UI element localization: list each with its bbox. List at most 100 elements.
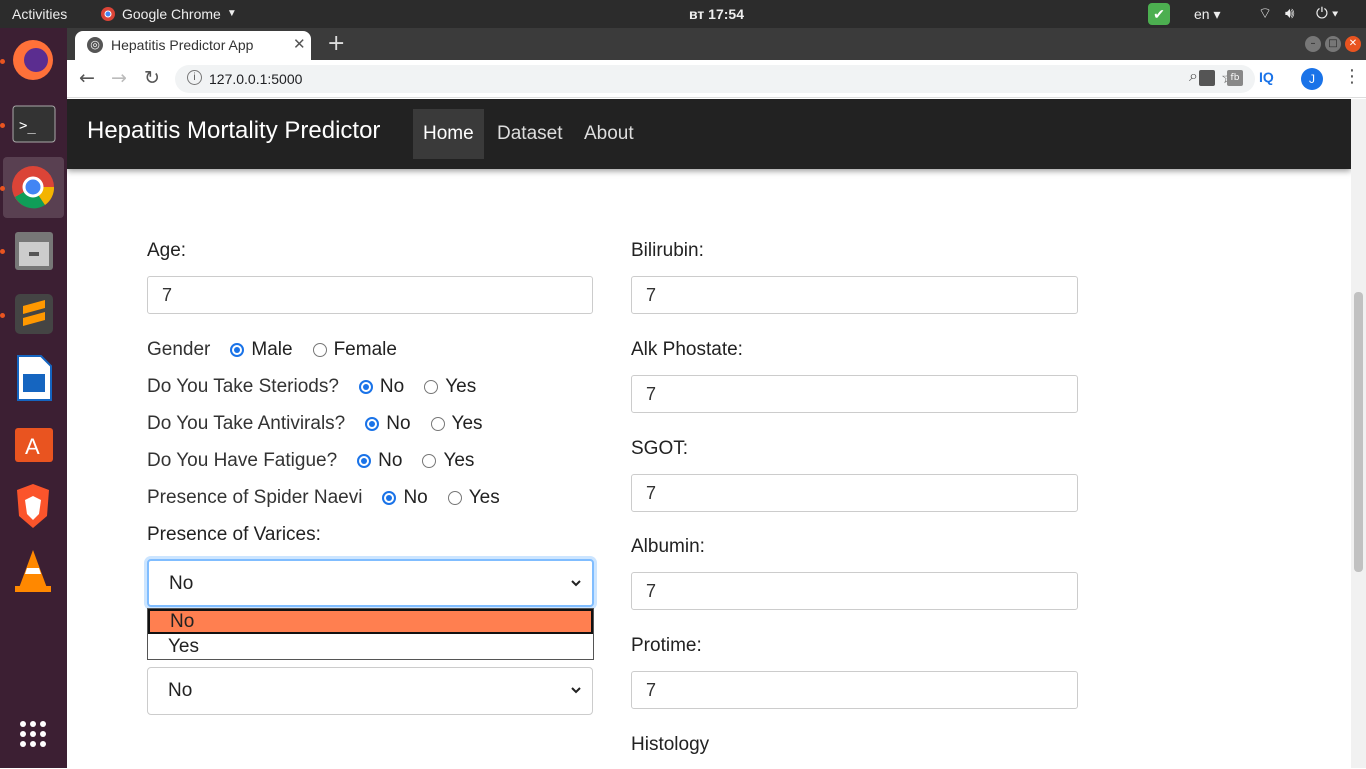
varices-selected-value: No [169, 573, 194, 594]
firefox-icon[interactable] [3, 30, 64, 91]
antivirals-group: Do You Take Antivirals? No Yes [147, 411, 483, 437]
nav-dataset[interactable]: Dataset [487, 109, 572, 159]
next-select[interactable]: No [147, 667, 593, 715]
nav-home[interactable]: Home [413, 109, 484, 159]
update-check-icon[interactable]: ✔ [1148, 3, 1170, 25]
close-tab-icon[interactable]: ✕ [293, 35, 306, 53]
dock: >_ A [0, 28, 67, 768]
radio-fatigue-no[interactable] [357, 454, 372, 468]
varices-dropdown-list: No Yes [147, 608, 594, 660]
sublime-text-icon[interactable] [3, 284, 64, 345]
writer-icon[interactable] [3, 348, 64, 409]
gender-label: Gender [147, 339, 211, 360]
bilirubin-label: Bilirubin: [631, 240, 704, 261]
spider-no-label: No [403, 487, 428, 508]
varices-select[interactable]: No [147, 559, 594, 607]
chrome-icon [101, 7, 115, 21]
steroids-no-option[interactable]: No [358, 376, 405, 398]
language-indicator[interactable]: en ▾ [1194, 0, 1221, 28]
radio-fatigue-yes[interactable] [422, 454, 437, 468]
radio-female[interactable] [312, 343, 327, 357]
new-tab-icon[interactable]: + [327, 31, 345, 56]
vlc-icon[interactable] [3, 540, 64, 601]
terminal-icon[interactable]: >_ [3, 94, 64, 155]
chrome-dock-icon[interactable] [3, 157, 64, 218]
radio-antivirals-yes[interactable] [430, 417, 445, 431]
gender-female-option[interactable]: Female [312, 339, 397, 361]
age-input[interactable]: 7 [147, 276, 593, 314]
radio-spider-no[interactable] [382, 491, 397, 505]
svg-text:A: A [25, 434, 40, 459]
activities-button[interactable]: Activities [12, 0, 67, 28]
varices-option-no[interactable]: No [148, 609, 593, 634]
files-icon[interactable] [3, 220, 64, 281]
fatigue-label: Do You Have Fatigue? [147, 450, 338, 471]
wifi-icon[interactable]: ⌔ [1258, 0, 1272, 28]
chevron-down-icon: ▼ [226, 8, 237, 19]
address-bar[interactable]: i 127.0.0.1:5000 ⌕ ☆ [175, 65, 1255, 93]
browser-tab-strip: ◎ Hepatitis Predictor App ✕ + – □ ✕ [67, 28, 1366, 60]
show-apps-icon[interactable] [3, 704, 64, 765]
app-menu[interactable]: Google Chrome ▼ [100, 0, 237, 28]
menu-kebab-icon[interactable]: ⋮ [1343, 66, 1361, 87]
back-icon[interactable]: ← [79, 67, 95, 89]
radio-steroids-yes[interactable] [424, 380, 439, 394]
gender-male-option[interactable]: Male [230, 339, 293, 361]
steroids-group: Do You Take Steriods? No Yes [147, 374, 476, 400]
spider-no-option[interactable]: No [382, 487, 428, 509]
varices-label: Presence of Varices: [147, 524, 321, 545]
extension-fb-icon[interactable]: fb [1227, 70, 1243, 86]
browser-tab[interactable]: ◎ Hepatitis Predictor App ✕ [75, 31, 311, 60]
fatigue-group: Do You Have Fatigue? No Yes [147, 448, 474, 474]
varices-option-yes[interactable]: Yes [148, 634, 593, 659]
browser-toolbar: ← → ↻ i 127.0.0.1:5000 ⌕ ☆ fb IQ J ⋮ [67, 60, 1366, 98]
radio-steroids-no[interactable] [358, 380, 373, 394]
steroids-yes-option[interactable]: Yes [424, 376, 476, 398]
alk-phosphate-label: Alk Phostate: [631, 339, 743, 360]
maximize-icon[interactable]: □ [1325, 36, 1341, 52]
antivirals-yes-option[interactable]: Yes [430, 413, 483, 435]
brave-icon[interactable] [3, 476, 64, 537]
system-top-bar: Activities Google Chrome ▼ вт 17:54 ✔ en… [0, 0, 1366, 28]
steroids-label: Do You Take Steriods? [147, 376, 339, 397]
radio-male[interactable] [230, 343, 245, 357]
fatigue-no-label: No [378, 450, 403, 471]
albumin-input[interactable]: 7 [631, 572, 1078, 610]
radio-antivirals-no[interactable] [365, 417, 380, 431]
minimize-icon[interactable]: – [1305, 36, 1321, 52]
albumin-label: Albumin: [631, 536, 705, 557]
histology-label: Histology [631, 734, 710, 755]
profile-avatar[interactable]: J [1301, 68, 1323, 90]
bilirubin-input[interactable]: 7 [631, 276, 1078, 314]
extension-iq-icon[interactable]: IQ [1259, 69, 1274, 85]
spider-yes-option[interactable]: Yes [447, 487, 500, 509]
sgot-input[interactable]: 7 [631, 474, 1078, 512]
zoom-icon[interactable]: ⌕ [1189, 68, 1198, 86]
extension-icon[interactable] [1199, 70, 1215, 86]
fatigue-yes-option[interactable]: Yes [422, 450, 474, 472]
navbar-brand[interactable]: Hepatitis Mortality Predictor [87, 117, 380, 145]
nav-about[interactable]: About [574, 109, 644, 159]
page-scrollbar[interactable] [1351, 99, 1366, 768]
alk-phosphate-input[interactable]: 7 [631, 375, 1078, 413]
volume-icon[interactable]: 🔊︎ [1285, 0, 1294, 28]
app-name: Google Chrome [122, 6, 221, 22]
info-icon[interactable]: i [187, 70, 202, 85]
reload-icon[interactable]: ↻ [144, 67, 160, 89]
power-icon[interactable]: ⏻ ▾ [1316, 0, 1338, 28]
protime-input[interactable]: 7 [631, 671, 1078, 709]
software-center-icon[interactable]: A [3, 412, 64, 473]
gender-male-label: Male [251, 339, 293, 360]
radio-spider-yes[interactable] [447, 491, 462, 505]
fatigue-no-option[interactable]: No [357, 450, 402, 472]
url-text: 127.0.0.1:5000 [209, 71, 303, 87]
page-content: Hepatitis Mortality Predictor Home Datas… [67, 99, 1351, 768]
close-window-icon[interactable]: ✕ [1345, 36, 1361, 52]
steroids-no-label: No [379, 376, 405, 397]
antivirals-no-label: No [386, 413, 411, 434]
scrollbar-thumb[interactable] [1354, 292, 1363, 572]
clock[interactable]: вт 17:54 [689, 0, 744, 28]
forward-icon[interactable]: → [111, 67, 127, 89]
antivirals-no-option[interactable]: No [365, 413, 411, 435]
gender-female-label: Female [333, 339, 397, 360]
